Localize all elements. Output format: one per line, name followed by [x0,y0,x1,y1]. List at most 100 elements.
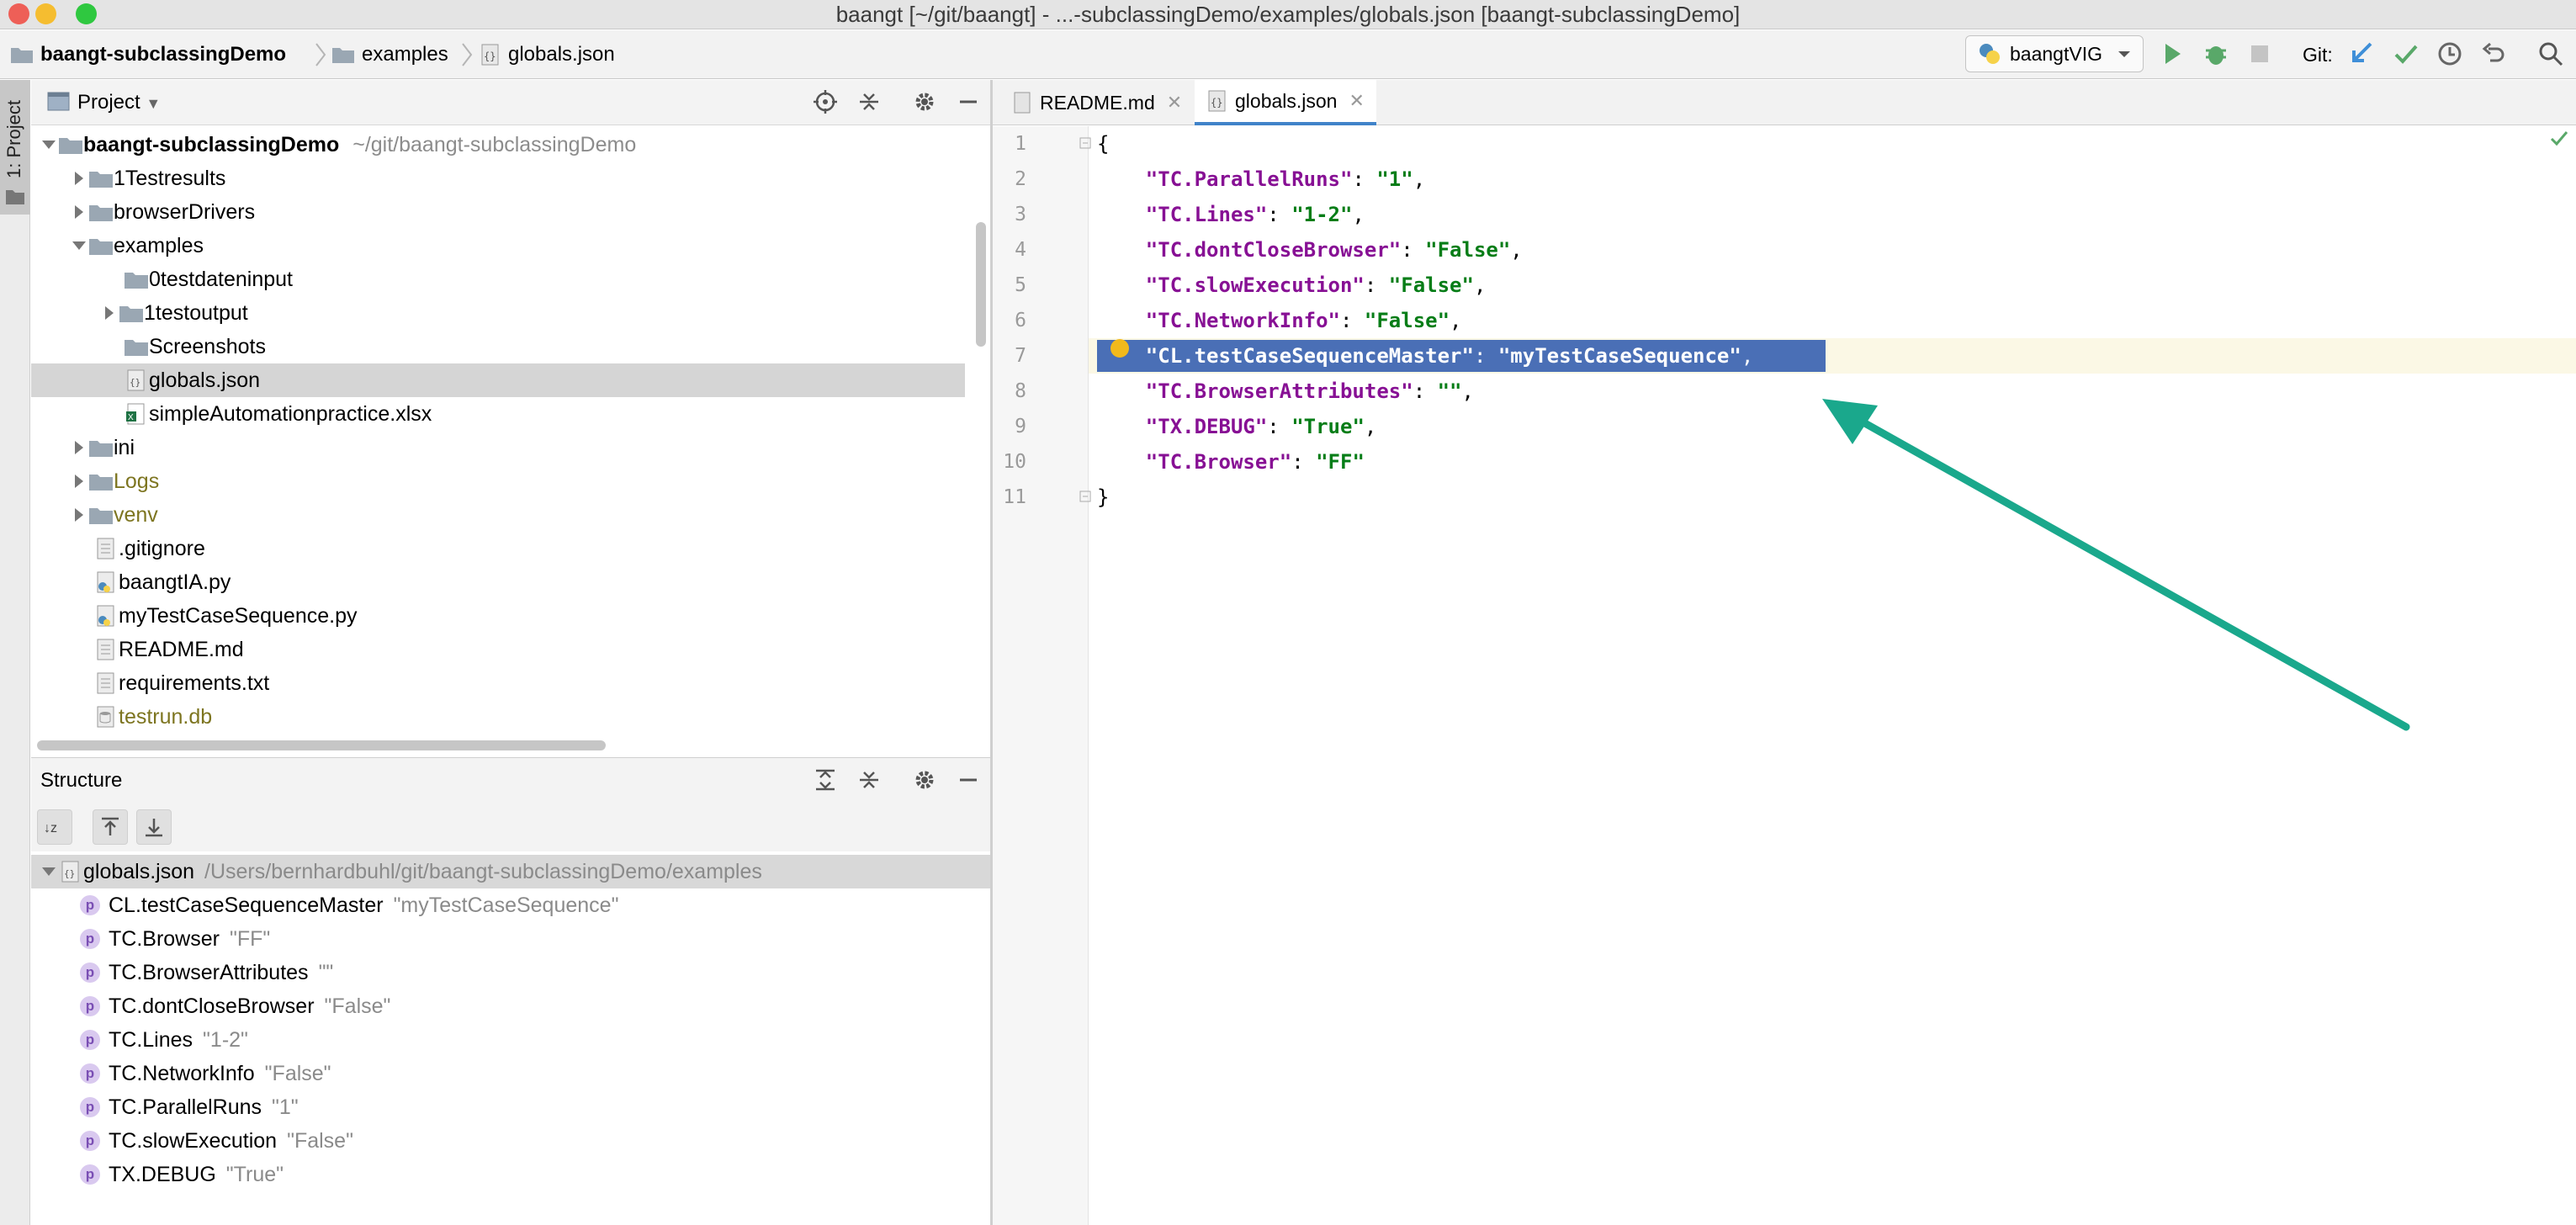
code-line[interactable]: "CL.testCaseSequenceMaster": "myTestCase… [1097,338,1753,374]
git-rollback-icon[interactable] [2480,40,2507,67]
scroll-from-source-button[interactable] [93,809,128,845]
project-panel-title[interactable]: Project ▼ [77,80,161,125]
minimize-icon[interactable] [956,767,981,793]
stop-icon[interactable] [2246,40,2273,67]
git-commit-icon[interactable] [2393,40,2420,67]
code-line[interactable]: "TC.BrowserAttributes": "", [1097,374,1474,409]
git-update-icon[interactable] [2349,40,2376,67]
code-line[interactable]: } [1097,480,1109,515]
code-line[interactable]: { [1097,126,1109,162]
code-line[interactable]: "TX.DEBUG": "True", [1097,409,1377,444]
tab-globals-json[interactable]: {} globals.json ✕ [1195,80,1376,125]
structure-item[interactable]: p TC.BrowserAttributes "" [31,956,990,989]
project-vertical-scrollbar[interactable] [976,222,986,347]
tree-item-venv[interactable]: venv [31,498,965,532]
structure-item-key: TX.DEBUG [109,1162,216,1186]
tab-label: globals.json [1235,89,1338,112]
fold-marker-icon[interactable] [1079,490,1092,503]
json-punctuation: , [1364,415,1377,438]
tree-item-examples[interactable]: examples [31,229,965,262]
code-line[interactable]: "TC.ParallelRuns": "1", [1097,162,1425,197]
chevron-down-icon [42,141,56,149]
locate-icon[interactable] [813,89,838,114]
property-icon: p [80,895,100,915]
line-number: 1 [1015,133,1026,155]
structure-item[interactable]: p TC.ParallelRuns "1" [31,1090,990,1124]
json-key: "TC.slowExecution" [1145,273,1365,297]
tree-item-label: Screenshots [149,334,266,358]
tab-readme[interactable]: README.md ✕ [1001,80,1194,125]
json-string: "False" [1425,238,1511,262]
inspection-ok-icon[interactable] [2549,128,2569,148]
close-icon[interactable]: ✕ [1167,92,1182,114]
code-line[interactable]: "TC.Browser": "FF" [1097,444,1365,480]
tree-item-baangtia-py[interactable]: baangtIA.py [31,565,965,599]
property-icon: p [80,1030,100,1050]
json-punctuation: : [1401,238,1426,262]
project-horizontal-scrollbar[interactable] [37,740,606,750]
tree-item-logs[interactable]: Logs [31,464,965,498]
search-icon[interactable] [2537,40,2564,67]
structure-item[interactable]: p CL.testCaseSequenceMaster "myTestCaseSeq… [31,888,990,922]
structure-item[interactable]: p TC.dontCloseBrowser "False" [31,989,990,1023]
structure-root[interactable]: {} globals.json/Users/bernhardbuhl/git/ba… [31,855,990,888]
folder-icon [89,508,113,524]
structure-item[interactable]: p TC.Browser "FF" [31,922,990,956]
tree-item-ini[interactable]: ini [31,431,965,464]
tree-item-globals-json[interactable]: {} globals.json [31,363,965,397]
expand-all-icon[interactable] [813,767,838,793]
breadcrumb-examples[interactable]: examples [331,30,448,79]
line-number: 5 [1015,274,1026,296]
tree-item-1testoutput[interactable]: 1testoutput [31,296,965,330]
tree-item-label: ini [114,435,135,459]
tree-item-screenshots[interactable]: Screenshots [31,330,965,363]
gear-icon[interactable] [912,89,937,114]
svg-text:↓z: ↓z [44,821,57,835]
sort-alphabetically-button[interactable]: ↓z [37,809,72,845]
tree-item-label: testrun.db [119,704,213,729]
svg-text:X: X [128,413,134,422]
close-icon[interactable]: ✕ [1349,90,1364,112]
json-file-icon: {} [61,861,79,883]
tree-item--gitignore[interactable]: .gitignore [31,532,965,565]
tree-item-1testresults[interactable]: 1Testresults [31,162,965,195]
git-history-icon[interactable] [2436,40,2463,67]
structure-item-key: TC.slowExecution [109,1128,278,1153]
structure-item[interactable]: p TC.NetworkInfo "False" [31,1057,990,1090]
code-line[interactable]: "TC.slowExecution": "False", [1097,268,1487,303]
breadcrumb-separator-icon [315,43,326,66]
code-line[interactable]: "TC.dontCloseBrowser": "False", [1097,232,1523,268]
folder-icon [89,475,113,491]
debug-icon[interactable] [2202,40,2229,67]
chevron-down-icon [42,867,56,876]
collapse-all-icon[interactable] [856,767,882,793]
tree-item-testrun-db[interactable]: testrun.db [31,700,965,734]
structure-item[interactable]: p TC.slowExecution "False" [31,1124,990,1158]
tree-item-browserdrivers[interactable]: browserDrivers [31,195,965,229]
project-panel-header [31,80,990,125]
minimize-icon[interactable] [956,89,981,114]
fold-marker-icon[interactable] [1079,136,1092,150]
intention-bulb-icon[interactable] [1110,339,1129,358]
json-punctuation: { [1097,132,1110,156]
collapse-all-icon[interactable] [856,89,882,114]
gear-icon[interactable] [912,767,937,793]
breadcrumb-project[interactable]: baangt-subclassingDemo [10,30,286,79]
scroll-to-source-button[interactable] [136,809,172,845]
code-line[interactable]: "TC.Lines": "1-2", [1097,197,1365,232]
structure-item[interactable]: p TX.DEBUG "True" [31,1158,990,1191]
tree-item-requirements-txt[interactable]: requirements.txt [31,666,965,700]
run-configuration-select[interactable]: baangtVIG [1965,35,2144,72]
run-icon[interactable] [2159,40,2186,67]
structure-item-key: TC.dontCloseBrowser [109,994,315,1018]
breadcrumb-label: globals.json [508,43,615,66]
folder-icon [89,172,113,188]
tree-item-readme-md[interactable]: README.md [31,633,965,666]
breadcrumb-file[interactable]: {} globals.json [480,30,615,79]
structure-item[interactable]: p TC.Lines "1-2" [31,1023,990,1057]
tree-item-mytestcasesequence-py[interactable]: myTestCaseSequence.py [31,599,965,633]
tree-item-simpleautomationpractice-xlsx[interactable]: XsimpleAutomationpractice.xlsx [31,397,965,431]
tree-item-0testdateninput[interactable]: 0testdateninput [31,262,965,296]
code-line[interactable]: "TC.NetworkInfo": "False", [1097,303,1462,338]
tree-item-baangt-subclassingdemo[interactable]: baangt-subclassingDemo ~/git/baangt-subcl… [31,128,965,162]
